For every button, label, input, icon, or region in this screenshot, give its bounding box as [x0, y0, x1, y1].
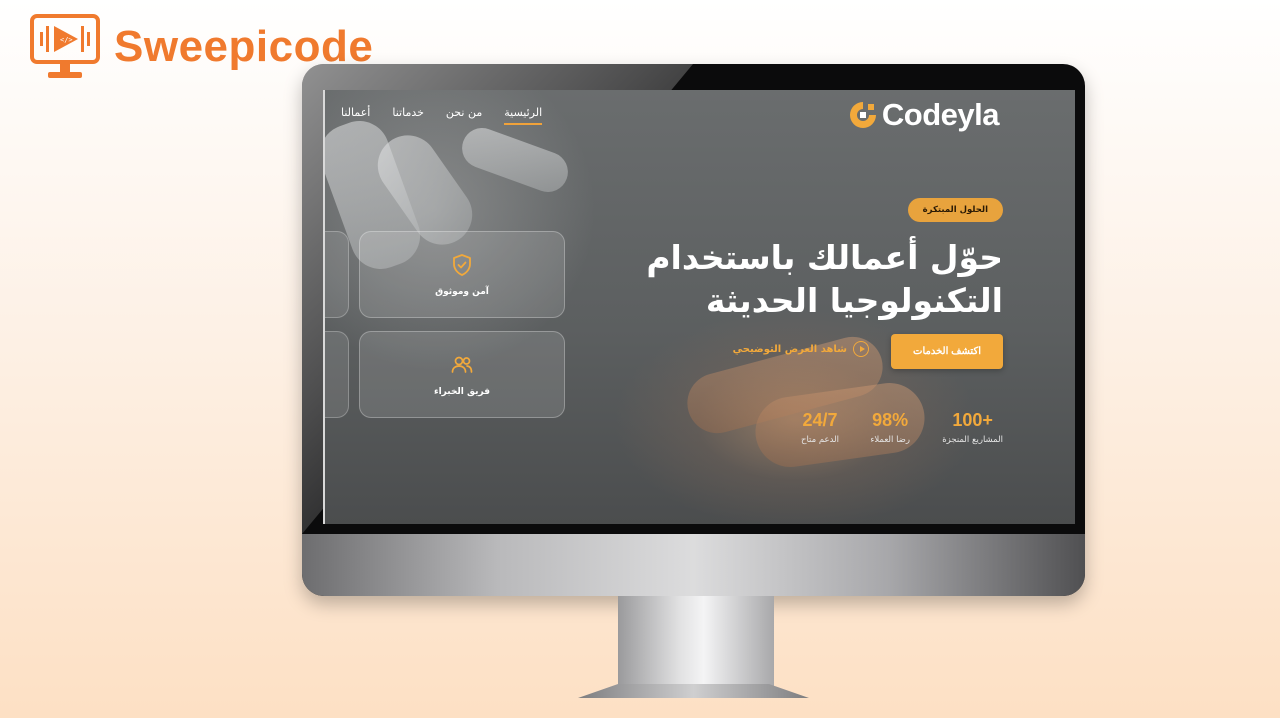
nav-item-services[interactable]: خدماتنا [392, 106, 424, 125]
stat-value: 98% [872, 410, 909, 430]
stat-projects: +100 المشاريع المنجزة [942, 410, 1003, 445]
monitor-chin [302, 534, 1085, 596]
card-partial [325, 331, 349, 418]
stat-value: +100 [952, 410, 993, 430]
hero-headline: حوّل أعمالك باستخدام التكنولوجيا الحديثة [583, 236, 1003, 322]
main-nav: أعمالنا خدماتنا من نحن الرئيسية [341, 106, 542, 125]
monitor-base [578, 684, 809, 698]
explore-services-button[interactable]: اكتشف الخدمات [891, 334, 1003, 369]
monitor-frame: أعمالنا خدماتنا من نحن الرئيسية Codeyla … [302, 64, 1085, 596]
monitor-stand [618, 596, 774, 692]
hero-badge: الحلول المبتكرة [907, 198, 1003, 222]
svg-text:</>: </> [60, 36, 73, 44]
codeyla-logo-icon [849, 102, 876, 128]
headline-line-1: حوّل أعمالك باستخدام [646, 238, 1003, 277]
stat-support: 24/7 الدعم متاح [801, 410, 839, 445]
users-icon [451, 356, 473, 373]
nav-item-works[interactable]: أعمالنا [341, 106, 370, 125]
nav-item-home[interactable]: الرئيسية [504, 106, 542, 125]
stat-satisfaction: 98% رضا العملاء [870, 410, 910, 445]
card-label: فريق الخبراء [433, 386, 491, 397]
feature-card-experts[interactable]: فريق الخبراء [359, 331, 565, 418]
watch-demo-label: شاهد العرض التوضيحي [732, 343, 847, 355]
feature-card-secure[interactable]: آمن وموثوق [359, 231, 565, 318]
headline-line-2: التكنولوجيا الحديثة [705, 281, 1003, 320]
stat-label: الدعم متاح [800, 435, 839, 445]
shield-check-icon [453, 253, 471, 276]
watch-demo-link[interactable]: شاهد العرض التوضيحي [733, 341, 869, 357]
stat-label: المشاريع المنجزة [942, 435, 1003, 445]
card-partial [325, 231, 349, 318]
stat-value: 24/7 [802, 410, 838, 430]
monitor-code-icon: </> [30, 14, 100, 78]
nav-item-about[interactable]: من نحن [446, 106, 482, 125]
codeyla-logo[interactable]: Codeyla [848, 97, 1000, 132]
robot-finger-image [456, 122, 574, 198]
logo-text: Codeyla [881, 97, 1000, 132]
stat-label: رضا العملاء [870, 435, 910, 445]
card-label: آمن وموثوق [435, 286, 489, 297]
play-circle-icon [853, 341, 869, 357]
website-screen: أعمالنا خدماتنا من نحن الرئيسية Codeyla … [323, 90, 1075, 524]
